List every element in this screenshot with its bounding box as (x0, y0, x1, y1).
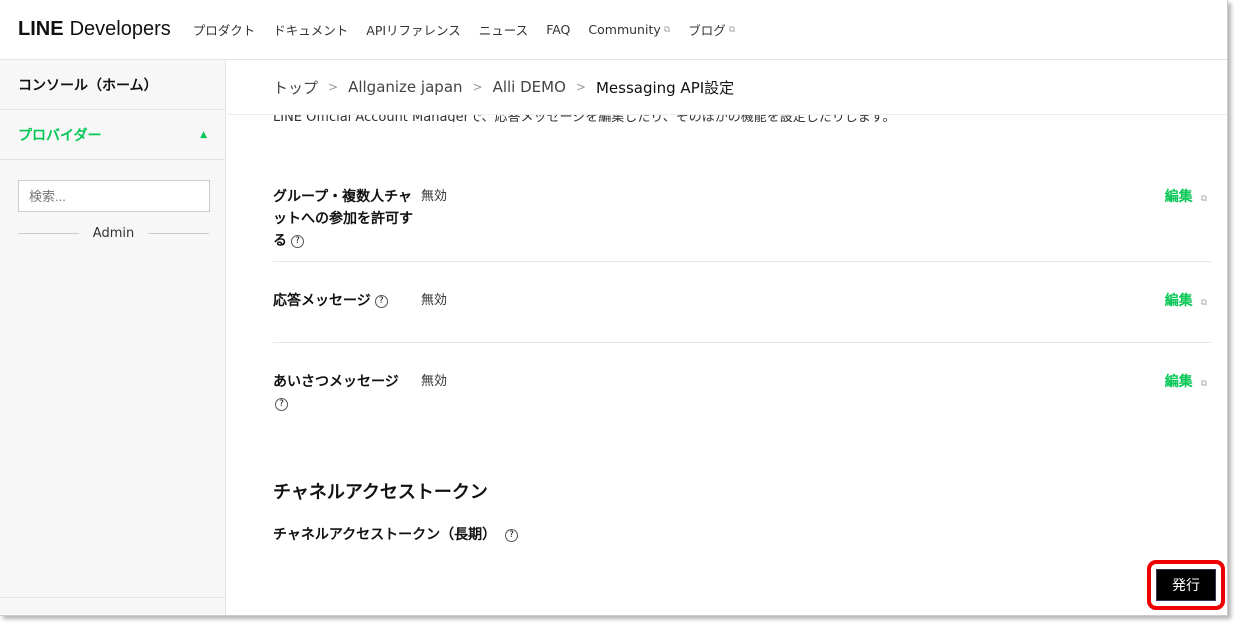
provider-search-input[interactable] (18, 180, 210, 212)
nav-api-reference[interactable]: APIリファレンス (366, 20, 461, 39)
token-label: チャネルアクセストークン（長期） ? (273, 524, 519, 544)
section-heading: チャネルアクセストークン (273, 482, 488, 503)
setting-label: 応答メッセージ? (273, 290, 413, 342)
sidebar-item-console[interactable]: コンソール（ホーム） (0, 60, 225, 110)
main-content: LINE Official Account Managerで、応答メッセージを編… (273, 100, 1211, 543)
breadcrumb-top[interactable]: トップ (273, 77, 318, 98)
breadcrumb-channel[interactable]: Alli DEMO (493, 78, 566, 96)
external-link-icon: ⧉ (1200, 298, 1207, 308)
breadcrumb-provider[interactable]: Allganize japan (348, 78, 462, 96)
help-icon[interactable]: ? (275, 397, 288, 411)
setting-value: 無効 (421, 189, 448, 204)
nav-faq[interactable]: FAQ (546, 22, 570, 37)
caret-up-icon: ▲ (200, 129, 207, 140)
nav-news[interactable]: ニュース (479, 20, 528, 39)
help-icon[interactable]: ? (291, 234, 304, 248)
chevron-right-icon: > (328, 80, 339, 94)
top-header: LINE Developers プロダクト ドキュメント APIリファレンス ニュ… (0, 0, 1227, 60)
nav-documents[interactable]: ドキュメント (273, 20, 348, 39)
nav-community[interactable]: Community ⧉ (588, 22, 670, 37)
help-icon[interactable]: ? (374, 294, 388, 308)
sidebar: コンソール（ホーム） プロバイダー▲ Admin (0, 60, 226, 615)
breadcrumb-current: Messaging API設定 (595, 78, 735, 97)
nav-products[interactable]: プロダクト (193, 20, 256, 39)
external-link-icon: ⧉ (663, 24, 671, 35)
setting-row-greeting: あいさつメッセージ? 無効 編集 ⧉ (273, 343, 1211, 415)
external-link-icon: ⧉ (1200, 379, 1207, 389)
admin-divider: Admin (18, 226, 209, 241)
nav-blog[interactable]: ブログ ⧉ (688, 20, 735, 39)
breadcrumb: トップ > Allganize japan > Alli DEMO > Messagi… (227, 60, 1227, 115)
setting-value: 無効 (421, 293, 448, 308)
edit-link[interactable]: 編集 ⧉ (1165, 371, 1207, 391)
chevron-right-icon: > (472, 80, 483, 94)
setting-label: あいさつメッセージ? (273, 374, 399, 411)
issue-button-highlight: 発行 (1147, 560, 1225, 610)
setting-label: グループ・複数人チャットへの参加を許可する? (273, 189, 413, 249)
setting-row-group-chat: グループ・複数人チャットへの参加を許可する? 無効 編集 ⧉ (273, 122, 1211, 262)
issue-button[interactable]: 発行 (1156, 569, 1216, 601)
edit-link[interactable]: 編集 ⧉ (1165, 290, 1207, 310)
edit-link[interactable]: 編集 ⧉ (1165, 186, 1207, 206)
setting-value: 無効 (421, 374, 448, 389)
sidebar-item-provider[interactable]: プロバイダー ▲ (0, 110, 225, 160)
external-link-icon: ⧉ (728, 24, 736, 35)
chevron-right-icon: > (575, 80, 586, 94)
setting-row-auto-reply: 応答メッセージ? 無効 編集 ⧉ (273, 262, 1211, 343)
browser-window: LINE Developers プロダクト ドキュメント APIリファレンス ニュ… (0, 0, 1228, 616)
sidebar-footer (0, 597, 225, 615)
external-link-icon: ⧉ (1200, 194, 1207, 204)
line-developers-logo[interactable]: LINE Developers (18, 18, 171, 41)
help-icon[interactable]: ? (505, 528, 519, 542)
